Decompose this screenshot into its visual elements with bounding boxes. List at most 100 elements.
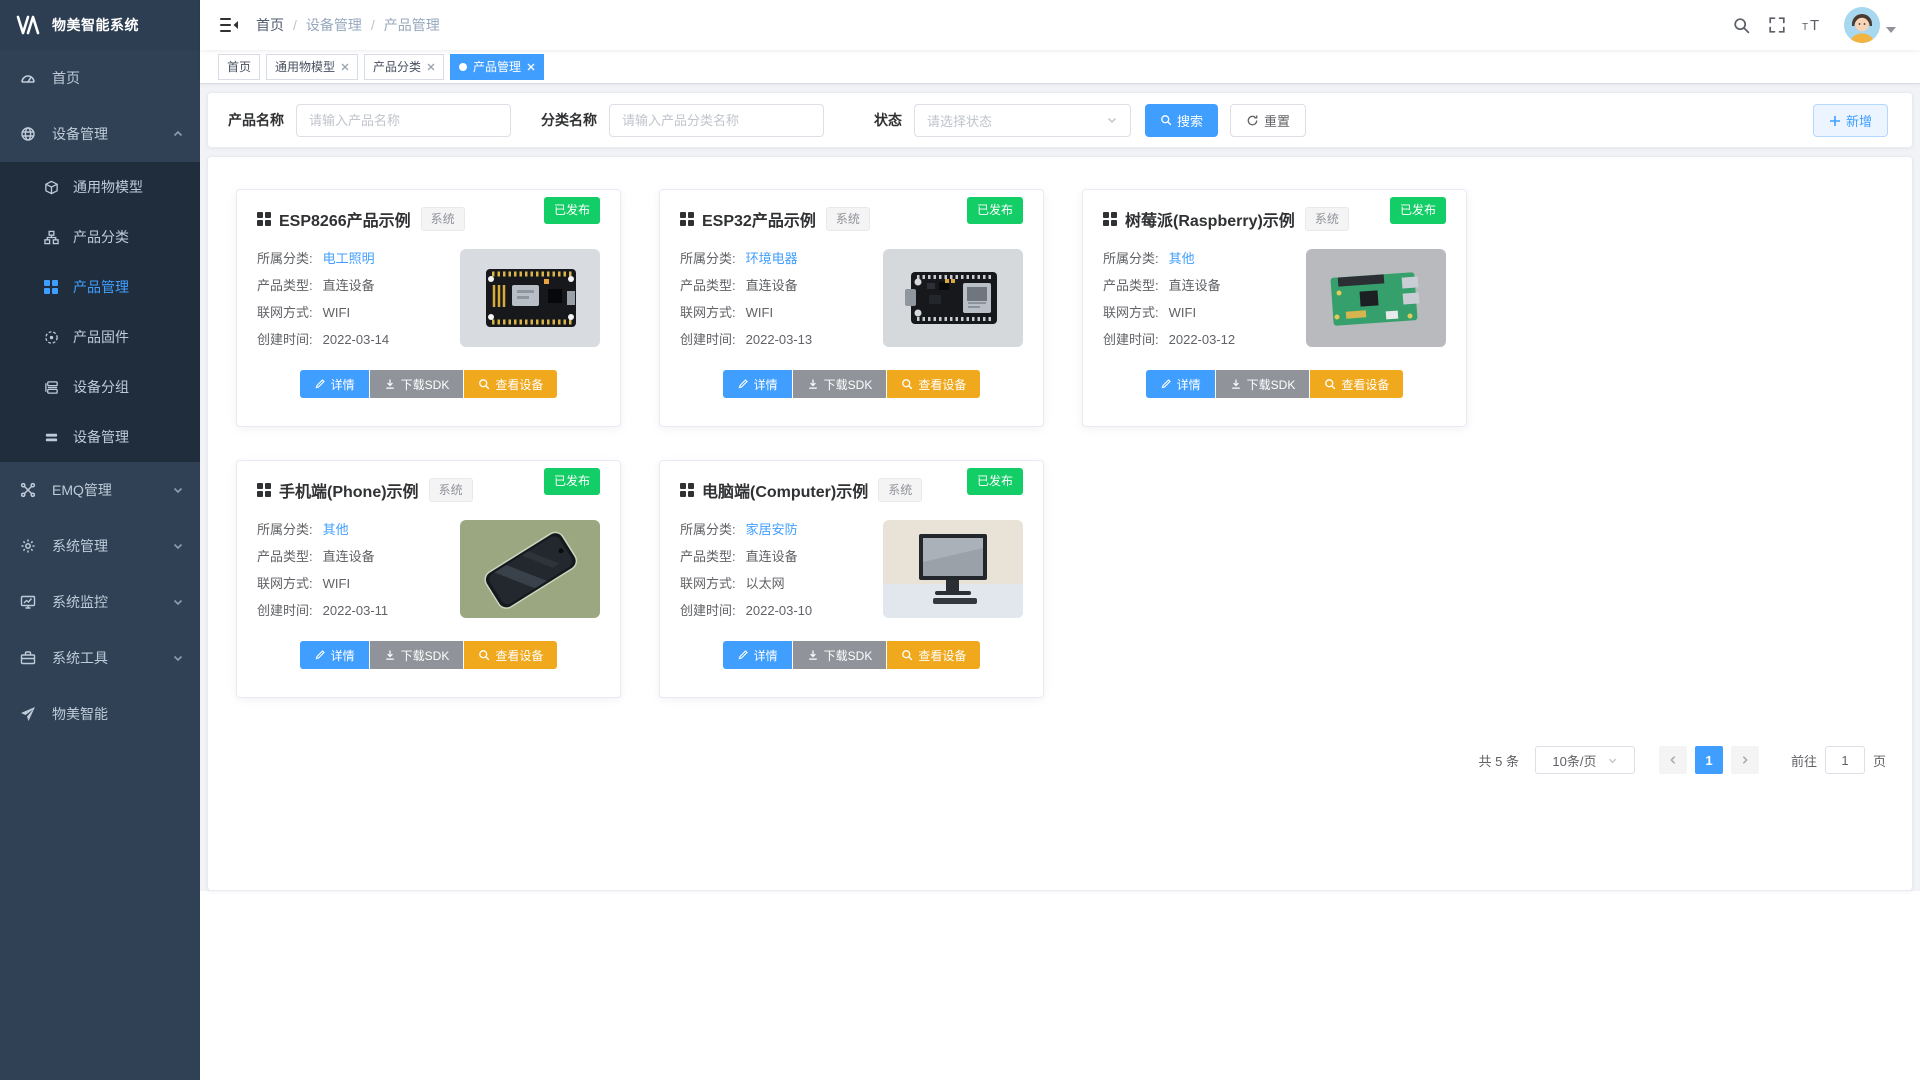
user-menu[interactable] xyxy=(1844,7,1896,43)
pagination: 共 5 条 10条/页 1 前往 页 xyxy=(208,746,1912,774)
view-devices-button[interactable]: 查看设备 xyxy=(1310,370,1403,398)
sidebar-item-device-mgmt[interactable]: 设备管理 xyxy=(0,106,200,162)
breadcrumb-item-device-mgmt[interactable]: 设备管理 xyxy=(306,15,362,35)
category-link[interactable]: 电工照明 xyxy=(323,245,375,272)
field-value: 直连设备 xyxy=(323,543,375,570)
product-name-input[interactable] xyxy=(296,104,511,137)
page-size-value: 10条/页 xyxy=(1552,751,1596,770)
close-icon[interactable] xyxy=(527,63,535,71)
product-image-esp32 xyxy=(883,249,1023,347)
view-devices-button[interactable]: 查看设备 xyxy=(464,641,557,669)
chevron-up-icon xyxy=(172,128,184,140)
category-name-input[interactable] xyxy=(609,104,824,137)
view-devices-button[interactable]: 查看设备 xyxy=(887,641,980,669)
font-size-icon[interactable]: TT xyxy=(1802,14,1824,36)
detail-button[interactable]: 详情 xyxy=(300,641,369,669)
tab-product-mgmt[interactable]: 产品管理 xyxy=(450,54,544,80)
fullscreen-icon[interactable] xyxy=(1766,14,1788,36)
sidebar-item-thing-model[interactable]: 通用物模型 xyxy=(0,162,200,212)
tags-view-bar: 首页 通用物模型 产品分类 产品管理 xyxy=(200,50,1920,84)
sidebar-item-system-mgmt[interactable]: 系统管理 xyxy=(0,518,200,574)
product-card: 已发布 ESP8266产品示例 系统 所属分类:电工照明 产品类型:直连设备 联… xyxy=(236,189,621,427)
field-label: 联网方式: xyxy=(680,299,736,326)
search-icon xyxy=(901,649,913,661)
sidebar-item-emq-mgmt[interactable]: EMQ管理 xyxy=(0,462,200,518)
view-devices-button[interactable]: 查看设备 xyxy=(887,370,980,398)
paper-plane-icon xyxy=(20,706,36,722)
download-sdk-button[interactable]: 下载SDK xyxy=(793,370,887,398)
search-button[interactable]: 搜索 xyxy=(1145,104,1218,137)
category-link[interactable]: 家居安防 xyxy=(746,516,798,543)
page-size-select[interactable]: 10条/页 xyxy=(1535,746,1635,774)
page-number-1[interactable]: 1 xyxy=(1695,746,1723,774)
detail-button[interactable]: 详情 xyxy=(723,641,792,669)
tab-thing-model[interactable]: 通用物模型 xyxy=(266,54,358,80)
add-button[interactable]: 新增 xyxy=(1813,104,1888,137)
sidebar-item-system-tools[interactable]: 系统工具 xyxy=(0,630,200,686)
sidebar-item-device-mgmt-sub[interactable]: 设备管理 xyxy=(0,412,200,462)
prev-page-button[interactable] xyxy=(1659,746,1687,774)
tab-home[interactable]: 首页 xyxy=(218,54,260,80)
product-title: ESP8266产品示例 xyxy=(279,207,411,231)
download-sdk-button[interactable]: 下载SDK xyxy=(1216,370,1310,398)
close-icon[interactable] xyxy=(427,63,435,71)
system-tag: 系统 xyxy=(421,207,465,231)
field-label: 产品类型: xyxy=(1103,272,1159,299)
globe-icon xyxy=(20,126,36,142)
field-value: WIFI xyxy=(746,299,773,326)
search-icon xyxy=(478,649,490,661)
brand-mark-icon xyxy=(16,15,42,35)
search-icon[interactable] xyxy=(1730,14,1752,36)
avatar[interactable] xyxy=(1844,7,1880,43)
next-page-button[interactable] xyxy=(1731,746,1759,774)
download-icon xyxy=(807,649,819,661)
field-value: 2022-03-10 xyxy=(746,597,813,624)
download-sdk-button[interactable]: 下载SDK xyxy=(793,641,887,669)
detail-button[interactable]: 详情 xyxy=(300,370,369,398)
download-icon xyxy=(384,649,396,661)
sidebar-item-device-group[interactable]: 设备分组 xyxy=(0,362,200,412)
category-link[interactable]: 其他 xyxy=(323,516,349,543)
product-name-label: 产品名称 xyxy=(228,110,284,130)
goto-page-input[interactable] xyxy=(1825,746,1865,774)
chevron-down-icon xyxy=(172,652,184,664)
field-value: 2022-03-11 xyxy=(323,597,389,624)
category-link[interactable]: 其他 xyxy=(1169,245,1195,272)
product-card: 已发布 ESP32产品示例 系统 所属分类:环境电器 产品类型:直连设备 联网方… xyxy=(659,189,1044,427)
product-image-smartphone xyxy=(460,520,600,618)
caret-down-icon xyxy=(1886,27,1896,34)
sidebar-item-product-mgmt[interactable]: 产品管理 xyxy=(0,262,200,312)
view-devices-button[interactable]: 查看设备 xyxy=(464,370,557,398)
sidebar-item-label: 产品固件 xyxy=(73,327,129,347)
sidebar-item-product-category[interactable]: 产品分类 xyxy=(0,212,200,262)
status-badge: 已发布 xyxy=(544,468,600,495)
product-image-computer xyxy=(883,520,1023,618)
gear-icon xyxy=(20,538,36,554)
system-tag: 系统 xyxy=(1305,207,1349,231)
app-title: 物美智能系统 xyxy=(52,15,139,35)
detail-button[interactable]: 详情 xyxy=(723,370,792,398)
download-sdk-button[interactable]: 下载SDK xyxy=(370,370,464,398)
close-icon[interactable] xyxy=(341,63,349,71)
sidebar-item-home[interactable]: 首页 xyxy=(0,50,200,106)
breadcrumb-item-home[interactable]: 首页 xyxy=(256,15,284,35)
tab-label: 产品分类 xyxy=(373,58,421,75)
sidebar-item-product-firmware[interactable]: 产品固件 xyxy=(0,312,200,362)
detail-button[interactable]: 详情 xyxy=(1146,370,1215,398)
status-select[interactable]: 请选择状态 xyxy=(914,104,1131,137)
category-link[interactable]: 环境电器 xyxy=(746,245,798,272)
chevron-down-icon xyxy=(172,484,184,496)
status-badge: 已发布 xyxy=(967,468,1023,495)
reset-button[interactable]: 重置 xyxy=(1230,104,1306,137)
download-sdk-button[interactable]: 下载SDK xyxy=(370,641,464,669)
svg-text:T: T xyxy=(1810,17,1819,33)
tab-product-category[interactable]: 产品分类 xyxy=(364,54,444,80)
search-icon xyxy=(901,378,913,390)
refresh-icon xyxy=(1246,114,1259,127)
svg-text:T: T xyxy=(1802,22,1808,33)
app-logo[interactable]: 物美智能系统 xyxy=(0,0,200,50)
sidebar-item-system-monitor[interactable]: 系统监控 xyxy=(0,574,200,630)
sidebar-item-wumei-smart[interactable]: 物美智能 xyxy=(0,686,200,742)
sidebar-collapse-icon[interactable] xyxy=(220,17,238,33)
status-badge: 已发布 xyxy=(544,197,600,224)
